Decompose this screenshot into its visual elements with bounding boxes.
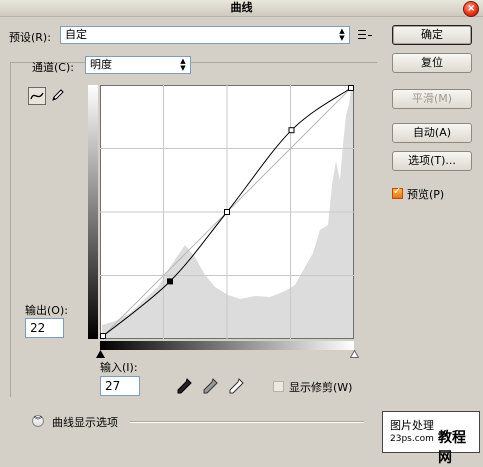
auto-button[interactable]: 自动(A) (392, 123, 472, 143)
eyedropper-black-icon[interactable] (177, 377, 193, 394)
menu-list-icon[interactable] (358, 29, 372, 41)
preview-label: 预览(P) (407, 188, 445, 201)
black-point-slider[interactable] (96, 350, 105, 358)
curve-display-options-label[interactable]: 曲线显示选项 (52, 414, 118, 430)
reset-button[interactable]: 复位 (392, 53, 472, 73)
options-button[interactable]: 选项(T)... (392, 151, 472, 171)
watermark-line3: 教程网 (438, 430, 466, 466)
input-label: 输入(I): (100, 361, 138, 374)
white-point-slider[interactable] (350, 350, 359, 358)
channel-label: 通道(C): (32, 61, 74, 74)
smooth-button[interactable]: 平滑(M) (392, 89, 472, 109)
channel-value: 明度 (90, 58, 112, 71)
show-clipping-label: 显示修剪(W) (289, 381, 353, 394)
channel-select[interactable]: 明度 ▲ ▼ (85, 56, 191, 74)
chevron-double-down-icon[interactable]: ︾ (32, 415, 44, 427)
curve-point[interactable] (224, 209, 230, 215)
curve-point-icon[interactable] (28, 87, 46, 105)
eyedropper-white-icon[interactable] (229, 377, 245, 394)
window-title: 曲线 (230, 1, 253, 14)
preset-label: 预设(R): (9, 31, 51, 44)
curve-point-selected[interactable] (167, 278, 173, 285)
output-label: 输出(O): (25, 304, 68, 317)
curves-graph[interactable] (100, 85, 354, 339)
select-arrows-icon: ▲ ▼ (180, 57, 186, 72)
title-bar: 曲线 × (0, 0, 483, 17)
output-gradient-bar (88, 85, 98, 339)
close-icon[interactable]: × (463, 1, 479, 17)
input-field[interactable]: 27 (100, 376, 140, 396)
select-arrows-icon: ▲ ▼ (339, 27, 345, 42)
curve-point[interactable] (348, 85, 354, 91)
eyedropper-gray-icon[interactable] (203, 377, 219, 394)
input-gradient-bar (100, 341, 354, 350)
watermark: 图片处理 23ps.com 教程网 (382, 411, 480, 466)
curve-point[interactable] (100, 333, 106, 339)
show-clipping-checkbox[interactable] (273, 381, 284, 392)
preset-value: 自定 (65, 28, 87, 41)
output-field[interactable]: 22 (25, 318, 64, 338)
watermark-line1: 图片处理 (390, 419, 434, 432)
curve-point[interactable] (288, 127, 295, 134)
ok-button[interactable]: 确定 (392, 25, 472, 45)
preset-select[interactable]: 自定 ▲ ▼ (60, 26, 350, 44)
watermark-line2: 23ps.com (390, 434, 434, 444)
divider (130, 421, 364, 423)
preview-checkbox[interactable] (392, 186, 403, 199)
pencil-icon[interactable] (50, 87, 68, 105)
